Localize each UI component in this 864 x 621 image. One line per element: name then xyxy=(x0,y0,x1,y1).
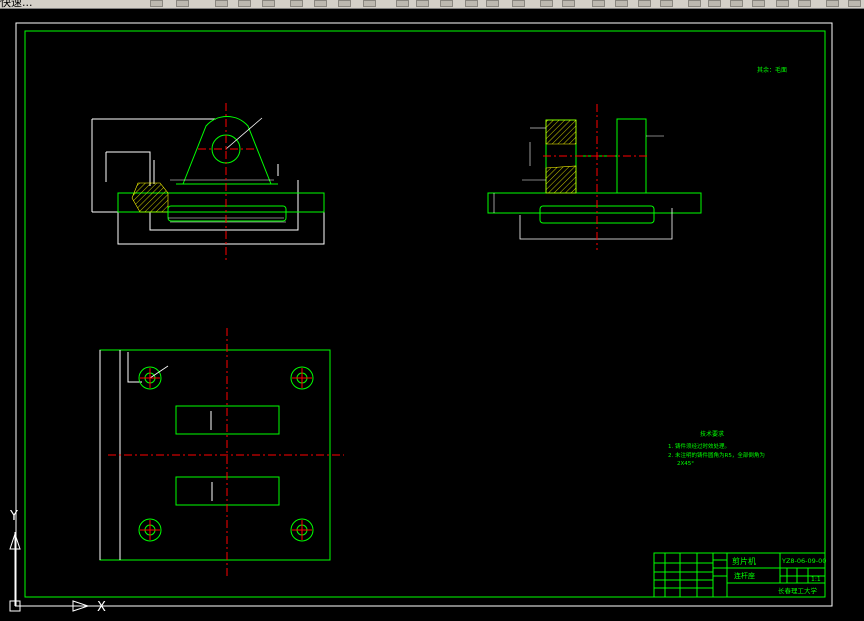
ucs-icon: Y X xyxy=(9,509,106,615)
toolbar-button[interactable] xyxy=(752,0,765,7)
technical-requirements: 技术要求 1. 铸件须经过时效处理。 2. 未注明的铸件圆角为R5，全部倒角为 … xyxy=(668,430,765,467)
tech-req-line-2: 2. 未注明的铸件圆角为R5，全部倒角为 xyxy=(668,451,765,459)
toolbar-button[interactable] xyxy=(688,0,701,7)
toolbar-button[interactable] xyxy=(314,0,327,7)
toolbar-button[interactable] xyxy=(238,0,251,7)
toolbar-button[interactable] xyxy=(416,0,429,7)
ucs-x-label: X xyxy=(97,600,106,615)
toolbar-button[interactable] xyxy=(262,0,275,7)
front-view xyxy=(91,103,325,262)
toolbar-button[interactable] xyxy=(150,0,163,7)
toolbar-button[interactable] xyxy=(176,0,189,7)
toolbar-button[interactable] xyxy=(363,0,376,7)
toolbar-button[interactable] xyxy=(660,0,673,7)
toolbar-button[interactable] xyxy=(638,0,651,7)
toolbar-button[interactable] xyxy=(486,0,499,7)
drawing-canvas[interactable]: 其余：毛面 技术要求 1. 铸件须经过时效处理。 2. 未注明的铸件圆角为R5，… xyxy=(0,9,864,621)
side-view xyxy=(487,104,702,250)
window-title: 快速... xyxy=(0,0,33,9)
part-name: 剪片机 xyxy=(732,556,756,566)
top-view xyxy=(99,328,344,576)
toolbar-button[interactable] xyxy=(615,0,628,7)
toolbar-button[interactable] xyxy=(708,0,721,7)
toolbar-button[interactable] xyxy=(396,0,409,7)
top-toolbar: 快速... xyxy=(0,0,864,9)
toolbar-button[interactable] xyxy=(290,0,303,7)
toolbar-button[interactable] xyxy=(562,0,575,7)
title-block: 剪片机 连杆座 YZ8-06-09-00 1:1 长春理工大学 xyxy=(653,552,826,598)
tech-req-line-3: 2X45° xyxy=(677,461,694,467)
toolbar-button[interactable] xyxy=(848,0,861,7)
roughness-note: 其余：毛面 xyxy=(757,66,787,74)
toolbar-button[interactable] xyxy=(798,0,811,7)
part-subname: 连杆座 xyxy=(734,571,755,580)
toolbar-button[interactable] xyxy=(465,0,478,7)
school-name: 长春理工大学 xyxy=(778,586,818,595)
toolbar-button[interactable] xyxy=(512,0,525,7)
drawing-scale: 1:1 xyxy=(811,576,821,583)
toolbar-button[interactable] xyxy=(776,0,789,7)
tech-req-heading: 技术要求 xyxy=(700,430,724,438)
toolbar-button[interactable] xyxy=(215,0,228,7)
outer-frame xyxy=(15,22,833,607)
drawing-number: YZ8-06-09-00 xyxy=(781,557,826,565)
toolbar-button[interactable] xyxy=(440,0,453,7)
toolbar-button[interactable] xyxy=(338,0,351,7)
toolbar-button[interactable] xyxy=(592,0,605,7)
inner-frame xyxy=(24,30,826,598)
ucs-y-label: Y xyxy=(9,509,18,524)
toolbar-button[interactable] xyxy=(730,0,743,7)
toolbar-button[interactable] xyxy=(540,0,553,7)
tech-req-line-1: 1. 铸件须经过时效处理。 xyxy=(668,442,730,450)
toolbar-button[interactable] xyxy=(826,0,839,7)
